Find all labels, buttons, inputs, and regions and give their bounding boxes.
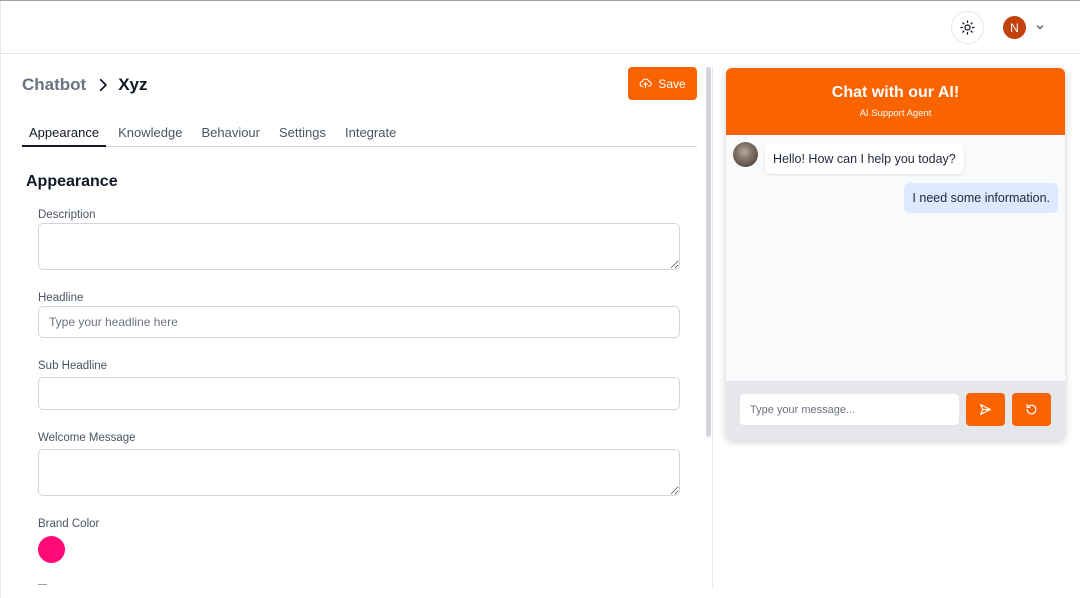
user-message: I need some information.	[904, 183, 1058, 213]
theme-toggle-button[interactable]	[951, 11, 984, 44]
send-button[interactable]	[966, 393, 1005, 426]
chat-input-bar	[726, 381, 1065, 440]
settings-panel: Chatbot Xyz Save Appearance Knowledge Be…	[0, 55, 712, 598]
save-button-label: Save	[658, 76, 686, 91]
bot-message: Hello! How can I help you today?	[765, 144, 964, 174]
bot-avatar	[733, 142, 758, 167]
breadcrumb: Chatbot Xyz	[22, 75, 148, 95]
tab-appearance[interactable]: Appearance	[22, 125, 107, 147]
tab-behaviour[interactable]: Behaviour	[194, 125, 267, 147]
sub-headline-input[interactable]	[38, 377, 680, 410]
welcome-message-label: Welcome Message	[38, 432, 136, 444]
save-button[interactable]: Save	[628, 67, 697, 100]
refresh-icon	[1026, 404, 1037, 415]
description-field[interactable]	[38, 223, 680, 270]
sun-icon	[960, 20, 975, 35]
chat-message-input[interactable]	[740, 394, 959, 425]
tab-settings[interactable]: Settings	[272, 125, 333, 147]
breadcrumb-root[interactable]: Chatbot	[22, 75, 86, 95]
chat-subtitle: AI Support Agent	[859, 108, 932, 119]
tab-integrate[interactable]: Integrate	[338, 125, 403, 147]
breadcrumb-current: Xyz	[118, 75, 148, 94]
chat-messages: Hello! How can I help you today? I need …	[726, 135, 1065, 381]
section-title: Appearance	[26, 173, 118, 190]
next-field-hint	[38, 584, 47, 585]
panel-divider	[712, 67, 713, 587]
cloud-upload-icon	[639, 78, 653, 89]
top-bar: N	[0, 1, 1080, 54]
send-icon	[980, 404, 991, 415]
welcome-message-field[interactable]	[38, 449, 680, 496]
chat-header: Chat with our AI! AI Support Agent	[726, 68, 1065, 135]
headline-input[interactable]	[38, 306, 680, 338]
chat-preview: Chat with our AI! AI Support Agent Hello…	[726, 68, 1065, 440]
reset-chat-button[interactable]	[1012, 393, 1051, 426]
description-label: Description	[38, 209, 96, 221]
headline-label: Headline	[38, 292, 84, 304]
scrollbar[interactable]	[706, 67, 711, 437]
chevron-down-icon[interactable]	[1034, 21, 1046, 33]
chat-title: Chat with our AI!	[831, 84, 960, 101]
chevron-right-icon	[100, 78, 108, 92]
brand-color-label: Brand Color	[38, 518, 100, 530]
tab-knowledge[interactable]: Knowledge	[111, 125, 189, 147]
user-avatar[interactable]: N	[1003, 16, 1026, 39]
brand-color-swatch[interactable]	[38, 536, 65, 563]
tab-bar: Appearance Knowledge Behaviour Settings …	[22, 125, 697, 147]
user-initial: N	[1010, 20, 1019, 35]
sub-headline-label: Sub Headline	[38, 360, 108, 372]
